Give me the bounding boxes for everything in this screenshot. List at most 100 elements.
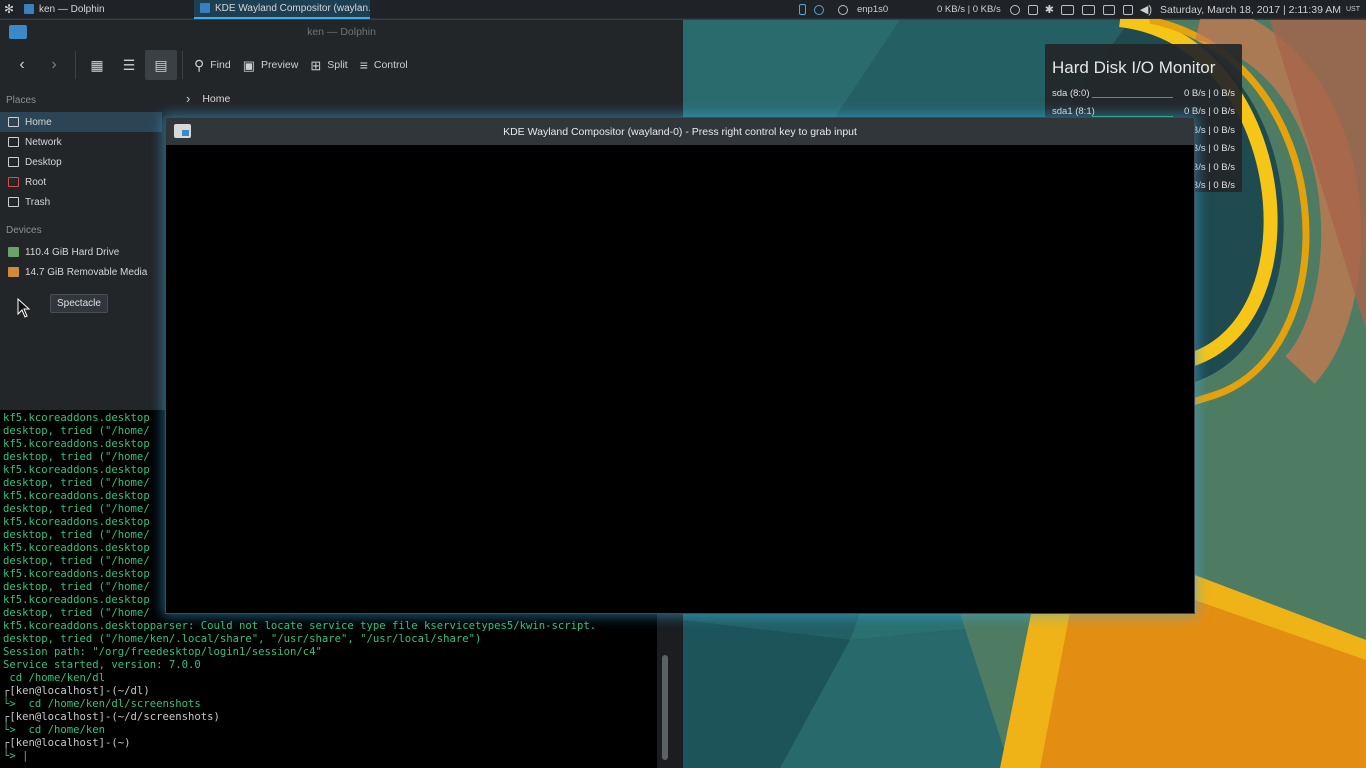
places-heading: Places (6, 95, 37, 106)
widget-title: Hard Disk I/O Monitor (1052, 58, 1216, 77)
network-icon (8, 137, 19, 147)
split-icon: ⊞ (310, 57, 322, 73)
hard-drive-icon (8, 247, 19, 257)
details-view-button[interactable]: ▤ (145, 50, 177, 80)
hdd-rate: 0 B/s | 0 B/s (1183, 87, 1235, 99)
task-dolphin[interactable]: ken — Dolphin (18, 0, 194, 19)
tooltip: Spectacle (50, 294, 108, 313)
dolphin-toolbar: ‹ › ▦ ☰ ▤ ⚲ Find ▣ Preview ⊞ Split ≡ Control (0, 44, 683, 86)
hdd-device: sda1 (8:1) (1052, 106, 1095, 117)
device-removable-media[interactable]: 14.7 GiB Removable Media (0, 262, 162, 282)
notification-icon[interactable] (1009, 4, 1020, 15)
launcher-icon[interactable]: ✻ (0, 0, 18, 19)
place-trash[interactable]: Trash (0, 192, 162, 212)
breadcrumb-home[interactable]: Home (202, 93, 230, 105)
control-icon: ≡ (359, 57, 368, 73)
timezone: UST (1346, 6, 1360, 13)
hdd-row: sda (8:0) 0 B/s | 0 B/s (1052, 84, 1235, 102)
icons-view-button[interactable]: ▦ (81, 50, 113, 80)
control-label: Control (373, 59, 408, 71)
toolbar-separator (75, 51, 76, 79)
place-desktop[interactable]: Desktop (0, 152, 162, 172)
window-title: ken — Dolphin (307, 26, 376, 38)
clipboard-icon[interactable] (1122, 4, 1133, 15)
terminal-line: cd /home/ken/dl (3, 672, 106, 684)
command-line: └> cd /home/ken (3, 724, 106, 736)
place-home[interactable]: Home (0, 112, 162, 132)
find-icon: ⚲ (194, 57, 205, 73)
device-hard-drive[interactable]: 110.4 GiB Hard Drive (0, 242, 162, 262)
find-button[interactable]: ⚲ Find (188, 50, 237, 80)
place-label: Trash (25, 196, 51, 208)
battery-icon[interactable] (1081, 4, 1095, 15)
prompt-line: ┌[ken@localhost]-(~/dl) (3, 685, 150, 697)
home-icon (8, 117, 19, 127)
place-label: Network (25, 136, 62, 148)
devices-heading: Devices (6, 225, 42, 236)
bluetooth-icon[interactable]: ✱ (1042, 0, 1057, 19)
kwin-wayland-window[interactable]: KDE Wayland Compositor (wayland-0) - Pre… (165, 117, 1195, 614)
prompt-line: ┌[ken@localhost]-(~/d/screenshots) (3, 711, 220, 723)
back-button[interactable]: ‹ (6, 50, 38, 80)
task-kwin[interactable]: KDE Wayland Compositor (waylan… (194, 0, 370, 19)
prompt-line: ┌[ken@localhost]-(~) (3, 737, 131, 749)
command-input[interactable]: └> | (3, 750, 596, 763)
device-label: 110.4 GiB Hard Drive (25, 246, 120, 258)
root-icon (8, 177, 19, 187)
kwin-task-icon (200, 3, 210, 13)
compact-view-button[interactable]: ☰ (113, 50, 145, 80)
desktop-icon (8, 157, 19, 167)
breadcrumb: › Home (186, 92, 230, 105)
compact-view-icon: ☰ (122, 57, 136, 73)
volume-icon[interactable]: ◀) (1137, 0, 1155, 19)
terminal-scrollbar[interactable] (662, 655, 668, 760)
control-button[interactable]: ≡ Control (354, 50, 414, 80)
chevron-right-icon: › (186, 91, 191, 106)
place-label: Root (25, 176, 47, 188)
trash-icon (8, 197, 19, 207)
dolphin-titlebar[interactable]: ken — Dolphin (0, 20, 683, 44)
preview-button[interactable]: ▣ Preview (237, 50, 305, 80)
top-panel: ✻ ken — Dolphin KDE Wayland Compositor (… (0, 0, 1366, 19)
task-label: KDE Wayland Compositor (waylan… (215, 2, 370, 14)
lock-icon[interactable] (1027, 4, 1038, 15)
back-icon: ‹ (19, 56, 25, 73)
find-label: Find (210, 59, 231, 71)
kwin-window-icon (174, 124, 191, 138)
details-view-icon: ▤ (154, 57, 168, 73)
phone-icon[interactable] (798, 4, 806, 15)
network-status-icon[interactable] (837, 4, 848, 15)
devices-list: 110.4 GiB Hard Drive 14.7 GiB Removable … (0, 242, 162, 282)
hdd-device: sda (8:0) (1052, 87, 1090, 99)
terminal-line: kf5.kcoreaddons.desktopparser: Could not… (3, 620, 597, 632)
terminal-line: Session path: "/org/freedesktop/login1/s… (3, 646, 322, 658)
forward-icon: › (51, 56, 57, 73)
icons-view-icon: ▦ (90, 57, 104, 73)
dolphin-task-icon (24, 4, 34, 14)
folder-icon (9, 25, 27, 39)
task-label: ken — Dolphin (39, 3, 105, 15)
terminal-line: desktop, tried ("/home/ken/.local/share"… (3, 633, 482, 645)
clock[interactable]: Saturday, March 18, 2017 | 2:11:39 AM (1155, 0, 1346, 19)
split-button[interactable]: ⊞ Split (304, 50, 353, 80)
kwin-titlebar[interactable]: KDE Wayland Compositor (wayland-0) - Pre… (166, 118, 1194, 145)
place-label: Home (25, 116, 52, 128)
removable-media-icon (8, 267, 19, 277)
preview-label: Preview (261, 59, 299, 71)
command-line: └> cd /home/ken/dl/screenshots (3, 698, 201, 710)
split-label: Split (327, 59, 348, 71)
terminal-line: Service started, version: 7.0.0 (3, 659, 201, 671)
system-tray: enp1s0 0 KB/s | 0 KB/s ✱ ◀) Saturday, Ma… (795, 0, 1366, 19)
place-label: Desktop (25, 156, 62, 168)
place-root[interactable]: Root (0, 172, 162, 192)
app-status-icon[interactable] (813, 4, 824, 15)
forward-button[interactable]: › (38, 50, 70, 80)
places-list: Home Network Desktop Root Trash (0, 112, 162, 212)
place-network[interactable]: Network (0, 132, 162, 152)
keyboard-icon[interactable] (1060, 4, 1074, 15)
hdd-rate: 0 B/s | 0 B/s (1183, 106, 1235, 117)
display-icon[interactable] (1102, 4, 1115, 15)
network-speed: 0 KB/s | 0 KB/s (936, 4, 1001, 15)
window-title: KDE Wayland Compositor (wayland-0) - Pre… (503, 125, 857, 138)
hdd-activity-graph (1092, 97, 1173, 98)
